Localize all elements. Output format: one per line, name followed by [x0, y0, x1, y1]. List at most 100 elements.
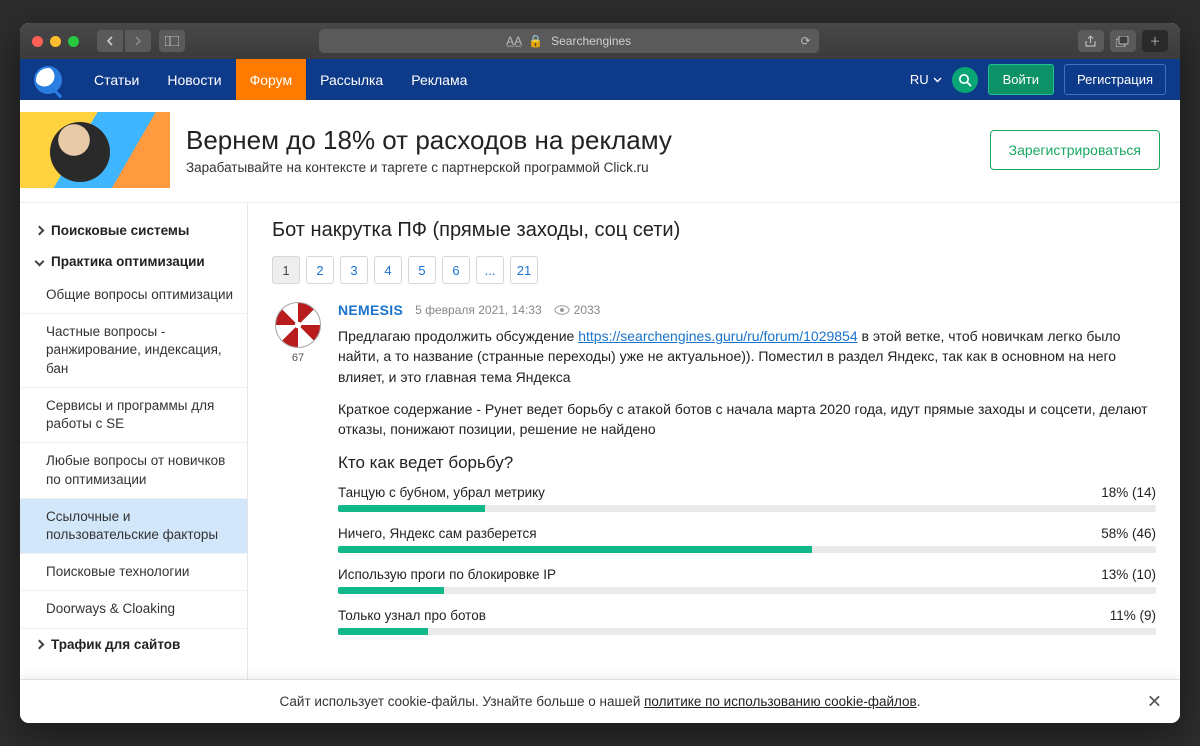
nav-back-forward	[97, 30, 151, 52]
eye-icon	[554, 305, 570, 315]
sidebar-item[interactable]: Doorways & Cloaking	[20, 591, 247, 628]
author-link[interactable]: NEMESIS	[338, 302, 403, 318]
page-button[interactable]: 6	[442, 256, 470, 284]
reputation: 67	[272, 352, 324, 364]
nav-link-3[interactable]: Рассылка	[306, 59, 397, 100]
nav-link-0[interactable]: Статьи	[80, 59, 153, 100]
post-paragraph: Краткое содержание - Рунет ведет борьбу …	[338, 399, 1156, 440]
chevron-right-icon	[35, 639, 45, 649]
url-text: Searchengines	[551, 34, 631, 48]
page-button[interactable]: 2	[306, 256, 334, 284]
page-button[interactable]: 3	[340, 256, 368, 284]
poll-option-label: Использую проги по блокировке IP	[338, 567, 556, 582]
window-controls	[32, 36, 79, 47]
poll: Танцую с бубном, убрал метрику 18% (14) Ни…	[338, 485, 1156, 635]
maximize-window-icon[interactable]	[68, 36, 79, 47]
page-button[interactable]: ...	[476, 256, 504, 284]
page-button[interactable]: 4	[374, 256, 402, 284]
close-icon[interactable]: ✕	[1147, 691, 1162, 712]
content: Бот накрутка ПФ (прямые заходы, соц сети…	[248, 203, 1180, 679]
chevron-down-icon	[35, 257, 45, 267]
main-area: Поисковые системы Практика оптимизации Общ…	[20, 203, 1180, 679]
poll-option-label: Только узнал про ботов	[338, 608, 486, 623]
language-selector[interactable]: RU	[910, 72, 942, 87]
banner-image	[20, 112, 170, 188]
nav-link-2[interactable]: Форум	[236, 59, 307, 100]
poll-option-value: 58% (46)	[1101, 526, 1156, 541]
poll-question: Кто как ведет борьбу?	[338, 453, 1156, 473]
site-logo[interactable]	[34, 66, 62, 94]
poll-option-value: 18% (14)	[1101, 485, 1156, 500]
chevron-right-icon	[35, 226, 45, 236]
post-datetime: 5 февраля 2021, 14:33	[415, 303, 542, 317]
tabs-button[interactable]	[1110, 30, 1136, 52]
sidebar-item[interactable]: Любые вопросы от новичков по оптимизации	[20, 443, 247, 498]
page-button[interactable]: 5	[408, 256, 436, 284]
sidebar-group[interactable]: Практика оптимизации	[20, 246, 247, 277]
sidebar-item[interactable]: Поисковые технологии	[20, 554, 247, 591]
language-label: RU	[910, 72, 929, 87]
back-button[interactable]	[97, 30, 123, 52]
search-icon	[958, 73, 972, 87]
sidebar-toggle-button[interactable]	[159, 30, 185, 52]
forward-button[interactable]	[125, 30, 151, 52]
avatar[interactable]	[275, 302, 321, 348]
poll-option-label: Танцую с бубном, убрал метрику	[338, 485, 545, 500]
post: 67 NEMESIS 5 февраля 2021, 14:33 2033 Пр…	[272, 302, 1156, 649]
sidebar-item[interactable]: Общие вопросы оптимизации	[20, 277, 247, 314]
sidebar-item[interactable]: Сервисы и программы для работы с SE	[20, 388, 247, 443]
poll-bar	[338, 628, 1156, 635]
nav-link-1[interactable]: Новости	[153, 59, 235, 100]
share-button[interactable]	[1078, 30, 1104, 52]
minimize-window-icon[interactable]	[50, 36, 61, 47]
site-nav: СтатьиНовостиФорумРассылкаРеклама RU Вой…	[20, 59, 1180, 100]
login-button[interactable]: Войти	[988, 64, 1054, 95]
poll-option[interactable]: Танцую с бубном, убрал метрику 18% (14)	[338, 485, 1156, 512]
banner-headline: Вернем до 18% от расходов на рекламу	[186, 125, 672, 156]
poll-bar-fill	[338, 587, 444, 594]
promo-banner: Вернем до 18% от расходов на рекламу Зар…	[20, 100, 1180, 203]
poll-bar	[338, 546, 1156, 553]
cookie-policy-link[interactable]: политике по использованию cookie-файлов	[644, 694, 917, 709]
sidebar-group[interactable]: Трафик для сайтов	[20, 629, 247, 660]
search-button[interactable]	[952, 67, 978, 93]
post-views: 2033	[554, 303, 601, 317]
reload-icon[interactable]: ⟳	[801, 34, 811, 48]
poll-bar-fill	[338, 628, 428, 635]
sidebar-group-label: Практика оптимизации	[51, 254, 205, 269]
nav-link-4[interactable]: Реклама	[397, 59, 481, 100]
poll-bar	[338, 505, 1156, 512]
poll-option[interactable]: Ничего, Яндекс сам разберется 58% (46)	[338, 526, 1156, 553]
poll-bar-fill	[338, 505, 485, 512]
chevron-down-icon	[933, 77, 942, 83]
browser-window: A̲A̲ 🔒 Searchengines ⟳ ＋ СтатьиНовостиФо…	[20, 23, 1180, 723]
poll-option-value: 13% (10)	[1101, 567, 1156, 582]
close-window-icon[interactable]	[32, 36, 43, 47]
poll-option[interactable]: Только узнал про ботов11% (9)	[338, 608, 1156, 635]
page-button[interactable]: 1	[272, 256, 300, 284]
address-bar[interactable]: A̲A̲ 🔒 Searchengines ⟳	[319, 29, 819, 53]
poll-option[interactable]: Использую проги по блокировке IP 13% (10)	[338, 567, 1156, 594]
lock-icon: 🔒	[528, 34, 543, 48]
banner-cta-button[interactable]: Зарегистрироваться	[990, 130, 1160, 170]
sidebar-group[interactable]: Поисковые системы	[20, 215, 247, 246]
pagination: 123456...21	[272, 256, 1156, 284]
cookie-banner: Сайт использует cookie-файлы. Узнайте бо…	[20, 679, 1180, 723]
poll-bar	[338, 587, 1156, 594]
sidebar-item[interactable]: Частные вопросы - ранжирование, индексац…	[20, 314, 247, 388]
page-button[interactable]: 21	[510, 256, 538, 284]
sidebar: Поисковые системы Практика оптимизации Общ…	[20, 203, 248, 679]
sidebar-group-label: Поисковые системы	[51, 223, 189, 238]
sidebar-group-label: Трафик для сайтов	[51, 637, 180, 652]
reader-icon[interactable]: A̲A̲	[506, 34, 522, 48]
titlebar: A̲A̲ 🔒 Searchengines ⟳ ＋	[20, 23, 1180, 59]
new-tab-button[interactable]: ＋	[1142, 30, 1168, 52]
register-button[interactable]: Регистрация	[1064, 64, 1166, 95]
poll-option-label: Ничего, Яндекс сам разберется	[338, 526, 537, 541]
thread-link[interactable]: https://searchengines.guru/ru/forum/1029…	[578, 328, 857, 344]
post-paragraph: Предлагаю продолжить обсуждение https://…	[338, 326, 1156, 387]
thread-title: Бот накрутка ПФ (прямые заходы, соц сети…	[272, 219, 1156, 242]
sidebar-item[interactable]: Ссылочные и пользовательские факторы	[20, 499, 247, 554]
views-count: 2033	[574, 303, 601, 317]
banner-subtext: Зарабатывайте на контексте и таргете с п…	[186, 160, 672, 175]
